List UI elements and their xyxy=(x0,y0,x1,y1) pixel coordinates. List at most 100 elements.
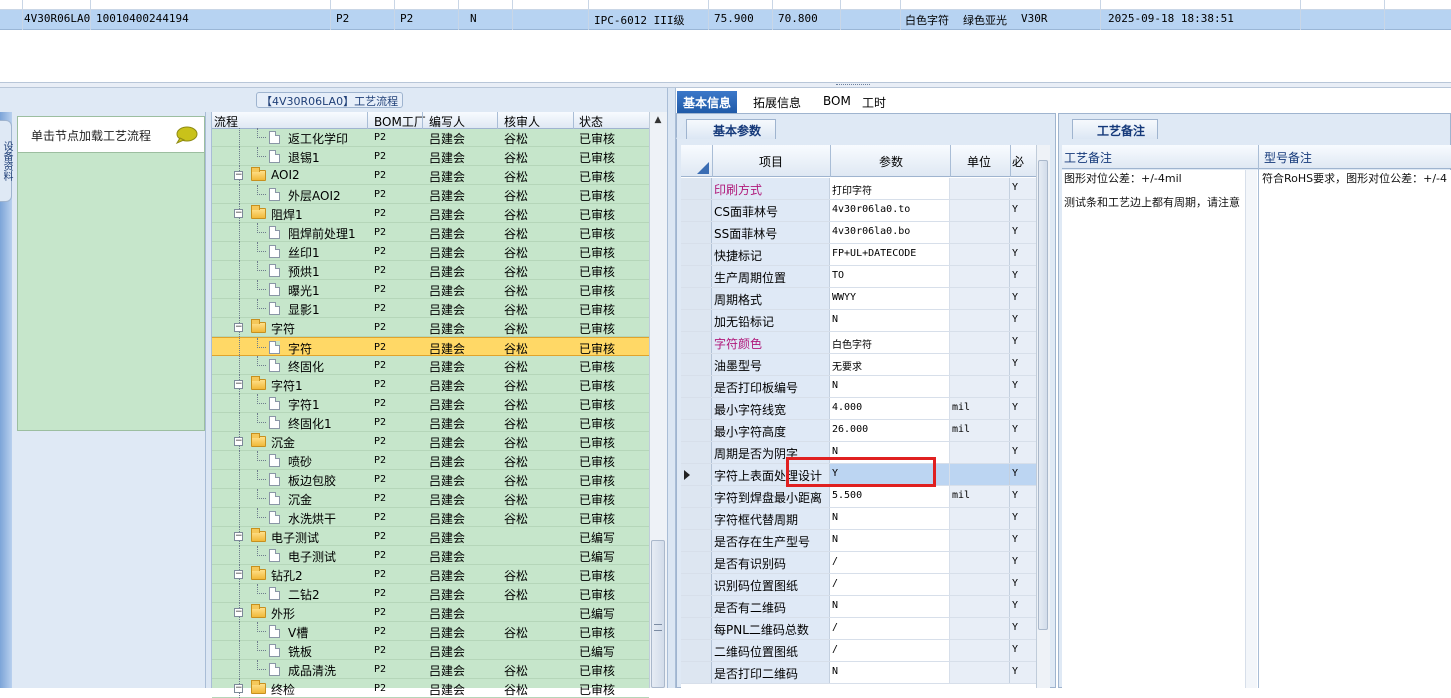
tree-row[interactable]: 成品清洗 P2 吕建会 谷松 已审核 xyxy=(212,660,649,679)
tree-row[interactable]: 外层AOI2 P2 吕建会 谷松 已审核 xyxy=(212,185,649,204)
param-value[interactable]: 无要求 xyxy=(830,354,950,375)
param-row[interactable]: 是否存在生产型号 N Y xyxy=(681,530,1036,552)
tree-row[interactable]: 预烘1 P2 吕建会 谷松 已审核 xyxy=(212,261,649,280)
collapse-icon[interactable]: − xyxy=(234,532,243,541)
param-value[interactable]: 4v30r06la0.to xyxy=(830,200,950,221)
row-indicator[interactable] xyxy=(681,530,712,551)
collapse-icon[interactable]: − xyxy=(234,684,243,693)
tree-row[interactable]: 退锡1 P2 吕建会 谷松 已审核 xyxy=(212,147,649,166)
param-value[interactable]: N xyxy=(830,530,950,551)
param-row[interactable]: 字符到焊盘最小距离 5.500 mil Y xyxy=(681,486,1036,508)
param-row[interactable]: 周期格式 WWYY Y xyxy=(681,288,1036,310)
tree-row[interactable]: 丝印1 P2 吕建会 谷松 已审核 xyxy=(212,242,649,261)
param-value[interactable]: 4.000 xyxy=(830,398,950,419)
row-indicator[interactable] xyxy=(681,288,712,309)
collapse-icon[interactable]: − xyxy=(234,608,243,617)
tab-basic-params[interactable]: 基本参数 xyxy=(686,119,776,139)
param-value[interactable]: / xyxy=(830,552,950,573)
param-row[interactable]: 字符框代替周期 N Y xyxy=(681,508,1036,530)
row-indicator[interactable] xyxy=(681,618,712,639)
vertical-splitter[interactable] xyxy=(667,88,676,688)
row-indicator[interactable] xyxy=(681,574,712,595)
param-value[interactable]: N xyxy=(830,662,950,683)
param-value[interactable]: N xyxy=(830,508,950,529)
tree-row[interactable]: V槽 P2 吕建会 谷松 已审核 xyxy=(212,622,649,641)
collapse-icon[interactable]: − xyxy=(234,437,243,446)
param-row[interactable]: 字符颜色 白色字符 Y xyxy=(681,332,1036,354)
param-value[interactable]: FP+UL+DATECODE xyxy=(830,244,950,265)
row-indicator[interactable] xyxy=(681,486,712,507)
tab-extended-info[interactable]: 拓展信息 xyxy=(747,91,807,113)
tab-bom[interactable]: BOM xyxy=(817,91,857,113)
row-indicator[interactable] xyxy=(681,266,712,287)
tree-row[interactable]: 返工化学印 P2 吕建会 谷松 已审核 xyxy=(212,128,649,147)
param-row[interactable]: 最小字符高度 26.000 mil Y xyxy=(681,420,1036,442)
row-indicator[interactable] xyxy=(681,442,712,463)
tree-row[interactable]: 喷砂 P2 吕建会 谷松 已审核 xyxy=(212,451,649,470)
tree-row[interactable]: 水洗烘干 P2 吕建会 谷松 已审核 xyxy=(212,508,649,527)
param-value[interactable]: 26.000 xyxy=(830,420,950,441)
row-indicator[interactable] xyxy=(681,662,712,683)
col-param[interactable]: 参数 xyxy=(879,153,903,170)
collapse-icon[interactable]: − xyxy=(234,570,243,579)
col-item[interactable]: 项目 xyxy=(759,153,783,170)
param-row[interactable]: 印刷方式 打印字符 Y xyxy=(681,178,1036,200)
remark-cell-scrollbar[interactable] xyxy=(1245,170,1257,688)
param-value[interactable]: N xyxy=(830,596,950,617)
tree-row[interactable]: 二钻2 P2 吕建会 谷松 已审核 xyxy=(212,584,649,603)
tree-scroll-thumb[interactable] xyxy=(651,540,665,688)
tree-row[interactable]: 电子测试 P2 吕建会 已编写 xyxy=(212,546,649,565)
col-model-remark[interactable]: 型号备注 xyxy=(1264,149,1312,166)
row-indicator[interactable] xyxy=(681,332,712,353)
param-value[interactable]: N xyxy=(830,376,950,397)
tree-row[interactable]: − 沉金 P2 吕建会 谷松 已审核 xyxy=(212,432,649,451)
param-row[interactable]: 是否打印二维码 N Y xyxy=(681,662,1036,684)
collapse-icon[interactable]: − xyxy=(234,209,243,218)
row-indicator[interactable] xyxy=(681,640,712,661)
row-indicator[interactable] xyxy=(681,508,712,529)
scroll-up-icon[interactable]: ▲ xyxy=(651,115,665,127)
tab-process-remark[interactable]: 工艺备注 xyxy=(1072,119,1158,139)
param-value[interactable]: TO xyxy=(830,266,950,287)
tree-row[interactable]: − 电子测试 P2 吕建会 已编写 xyxy=(212,527,649,546)
row-indicator[interactable] xyxy=(681,310,712,331)
row-indicator[interactable] xyxy=(681,420,712,441)
param-row[interactable]: SS面菲林号 4v30r06la0.bo Y xyxy=(681,222,1036,244)
param-row[interactable]: 二维码位置图纸 / Y xyxy=(681,640,1036,662)
param-value[interactable]: 打印字符 xyxy=(830,178,950,199)
param-value[interactable]: / xyxy=(830,618,950,639)
side-tab-equipment[interactable]: 设备资料 xyxy=(0,120,12,202)
param-row[interactable]: 识别码位置图纸 / Y xyxy=(681,574,1036,596)
col-required[interactable]: 必 xyxy=(1012,153,1024,170)
tree-row[interactable]: 沉金 P2 吕建会 谷松 已审核 xyxy=(212,489,649,508)
collapse-icon[interactable]: − xyxy=(234,171,243,180)
param-value[interactable]: 白色字符 xyxy=(830,332,950,353)
row-indicator[interactable] xyxy=(681,398,712,419)
tree-row[interactable]: 曝光1 P2 吕建会 谷松 已审核 xyxy=(212,280,649,299)
left-splitter[interactable] xyxy=(205,112,212,688)
collapse-icon[interactable]: − xyxy=(234,323,243,332)
param-row[interactable]: 每PNL二维码总数 / Y xyxy=(681,618,1036,640)
tree-row[interactable]: − 阻焊1 P2 吕建会 谷松 已审核 xyxy=(212,204,649,223)
row-indicator[interactable] xyxy=(681,464,712,485)
tree-row[interactable]: 终固化 P2 吕建会 谷松 已审核 xyxy=(212,356,649,375)
param-row[interactable]: 是否有识别码 / Y xyxy=(681,552,1036,574)
collapse-icon[interactable]: − xyxy=(234,380,243,389)
param-value[interactable]: 4v30r06la0.bo xyxy=(830,222,950,243)
param-row[interactable]: 生产周期位置 TO Y xyxy=(681,266,1036,288)
row-indicator[interactable] xyxy=(681,354,712,375)
row-indicator[interactable] xyxy=(681,200,712,221)
row-indicator[interactable] xyxy=(681,376,712,397)
row-indicator[interactable] xyxy=(681,244,712,265)
col-unit[interactable]: 单位 xyxy=(967,153,991,170)
tree-row[interactable]: 终固化1 P2 吕建会 谷松 已审核 xyxy=(212,413,649,432)
param-value[interactable]: WWYY xyxy=(830,288,950,309)
tab-work-hours[interactable]: 工时 xyxy=(856,91,892,113)
param-value[interactable]: 5.500 xyxy=(830,486,950,507)
param-row[interactable]: CS面菲林号 4v30r06la0.to Y xyxy=(681,200,1036,222)
tree-row[interactable]: 显影1 P2 吕建会 谷松 已审核 xyxy=(212,299,649,318)
param-row[interactable]: 加无铅标记 N Y xyxy=(681,310,1036,332)
tree-row[interactable]: − 字符 P2 吕建会 谷松 已审核 xyxy=(212,318,649,337)
col-process-remark[interactable]: 工艺备注 xyxy=(1064,149,1112,166)
tree-row[interactable]: 板边包胶 P2 吕建会 谷松 已审核 xyxy=(212,470,649,489)
